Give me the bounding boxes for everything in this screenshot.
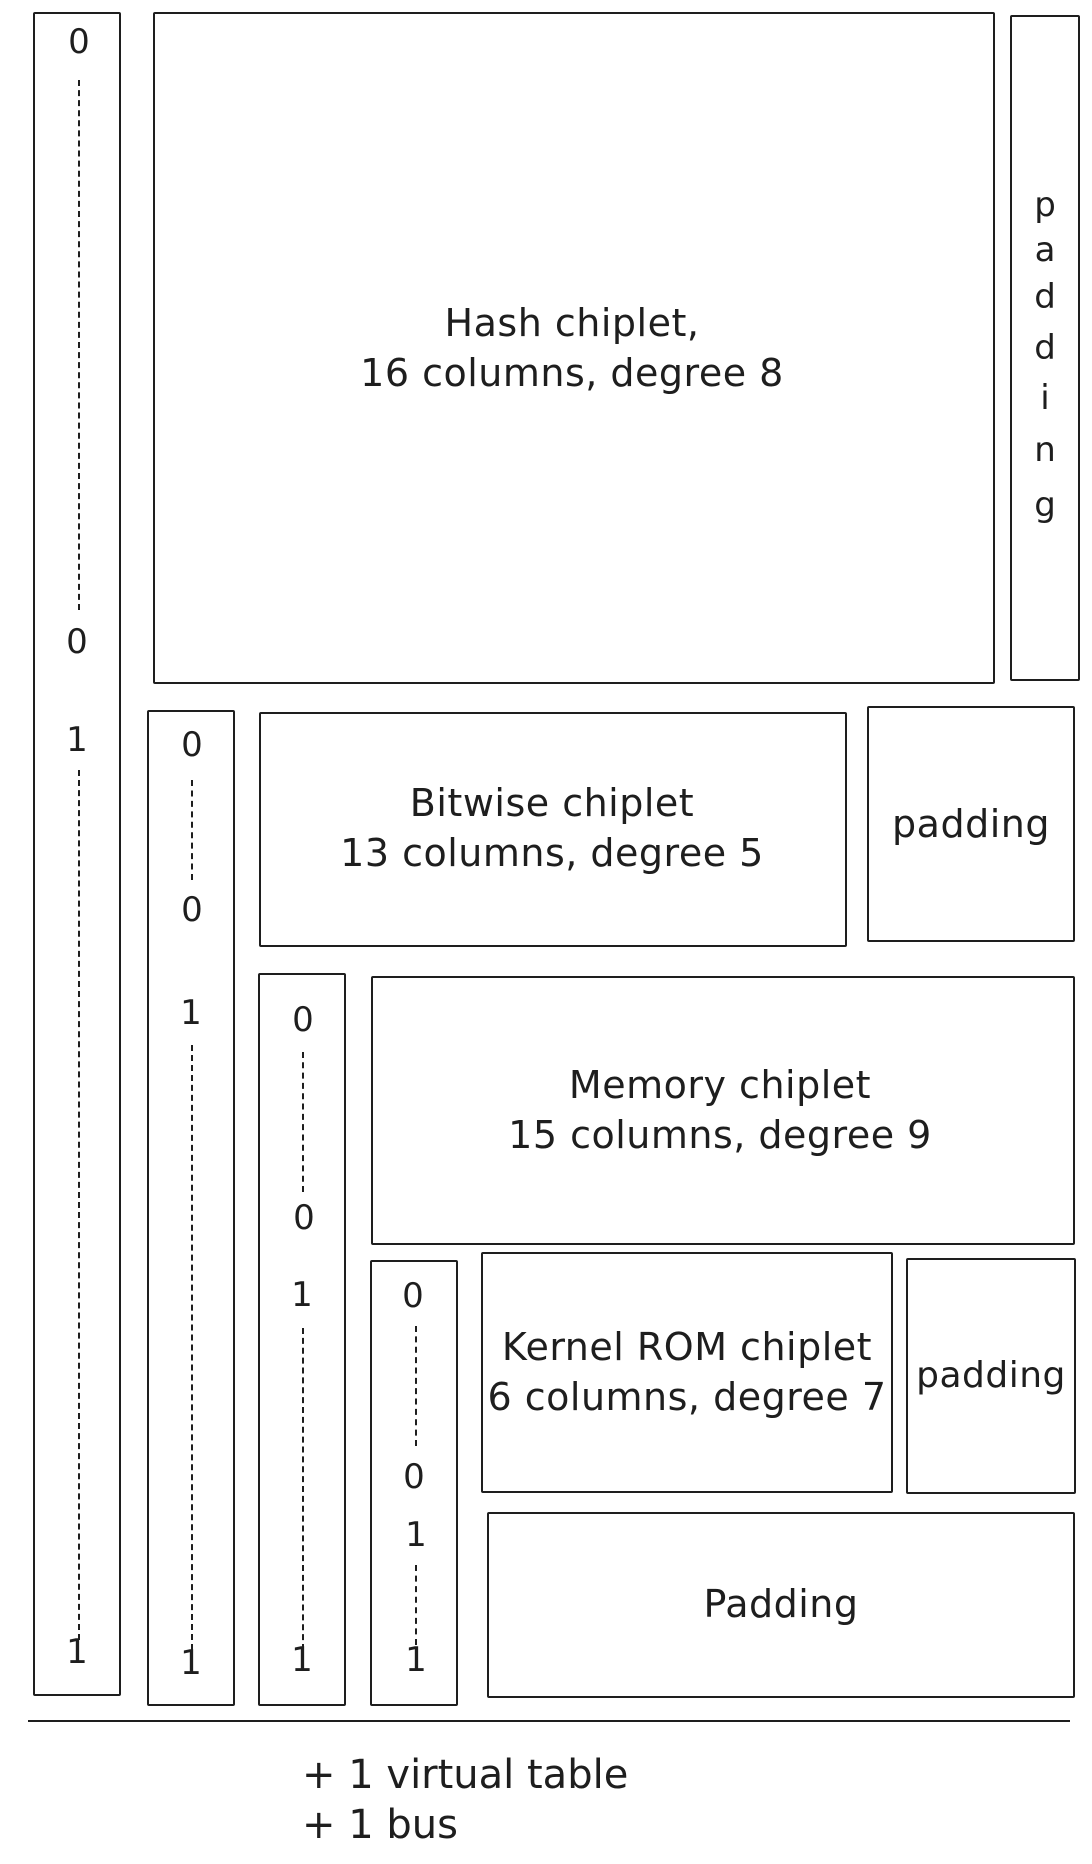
selector-3-dash-lower (415, 1565, 417, 1645)
footer-bus: + 1 bus (302, 1802, 458, 1848)
hash-padding-letter-2: a (1034, 230, 1056, 270)
selector-2-mid1-digit: 1 (291, 1275, 313, 1315)
selector-3-dash-upper (415, 1326, 417, 1446)
selector-2-mid0-digit: 0 (293, 1198, 315, 1238)
selector-2-top-digit: 0 (292, 1000, 314, 1040)
hash-chiplet-title: Hash chiplet, (444, 301, 700, 345)
selector-1-mid1-digit: 1 (180, 993, 202, 1033)
selector-3-mid1-digit: 1 (405, 1515, 427, 1555)
separator-line (28, 1720, 1070, 1722)
bitwise-chiplet-title: Bitwise chiplet (409, 781, 695, 825)
hash-padding-letter-6: n (1034, 430, 1056, 470)
memory-chiplet-detail: 15 columns, degree 9 (508, 1113, 932, 1157)
hash-chiplet-label: Hash chiplet, 16 columns, degree 8 (360, 298, 784, 398)
bottom-padding-label: Padding (703, 1582, 859, 1626)
hash-padding-letter-3: d (1034, 277, 1056, 317)
hash-padding-letter-5: i (1040, 378, 1050, 418)
hash-padding-letter-1: p (1034, 185, 1056, 225)
selector-1-dash-lower (191, 1045, 193, 1650)
memory-chiplet-title: Memory chiplet (568, 1063, 872, 1107)
hash-chiplet-detail: 16 columns, degree 8 (360, 351, 784, 395)
bitwise-chiplet-detail: 13 columns, degree 5 (340, 831, 764, 875)
bitwise-chiplet-label: Bitwise chiplet 13 columns, degree 5 (340, 778, 764, 878)
footer-virtual-table: + 1 virtual table (302, 1752, 629, 1798)
selector-0-top-digit: 0 (68, 22, 90, 62)
selector-3-mid0-digit: 0 (403, 1457, 425, 1497)
selector-1-dash-upper (191, 780, 193, 880)
kernel-rom-chiplet-detail: 6 columns, degree 7 (487, 1375, 887, 1419)
selector-1-bottom-digit: 1 (180, 1643, 202, 1683)
selector-2-bottom-digit: 1 (291, 1640, 313, 1680)
selector-0-dash-lower (78, 770, 80, 1640)
hash-padding-letter-4: d (1034, 328, 1056, 368)
selector-1-top-digit: 0 (181, 725, 203, 765)
kernel-rom-chiplet-label: Kernel ROM chiplet 6 columns, degree 7 (487, 1322, 886, 1422)
kernel-padding-label: padding (916, 1355, 1066, 1396)
memory-chiplet-label: Memory chiplet 15 columns, degree 9 (508, 1060, 932, 1160)
selector-0-dash-upper (78, 80, 80, 610)
kernel-rom-chiplet-title: Kernel ROM chiplet (501, 1325, 873, 1369)
selector-0-mid1-digit: 1 (66, 720, 88, 760)
selector-column-0 (33, 12, 121, 1696)
selector-2-dash-lower (302, 1328, 304, 1650)
selector-1-mid0-digit: 0 (181, 890, 203, 930)
selector-0-bottom-digit: 1 (66, 1632, 88, 1672)
bitwise-padding-label: padding (892, 802, 1050, 846)
selector-3-bottom-digit: 1 (405, 1640, 427, 1680)
selector-2-dash-upper (302, 1052, 304, 1192)
hash-padding-letter-7: g (1034, 485, 1056, 525)
selector-3-top-digit: 0 (402, 1276, 424, 1316)
selector-0-mid0-digit: 0 (66, 622, 88, 662)
